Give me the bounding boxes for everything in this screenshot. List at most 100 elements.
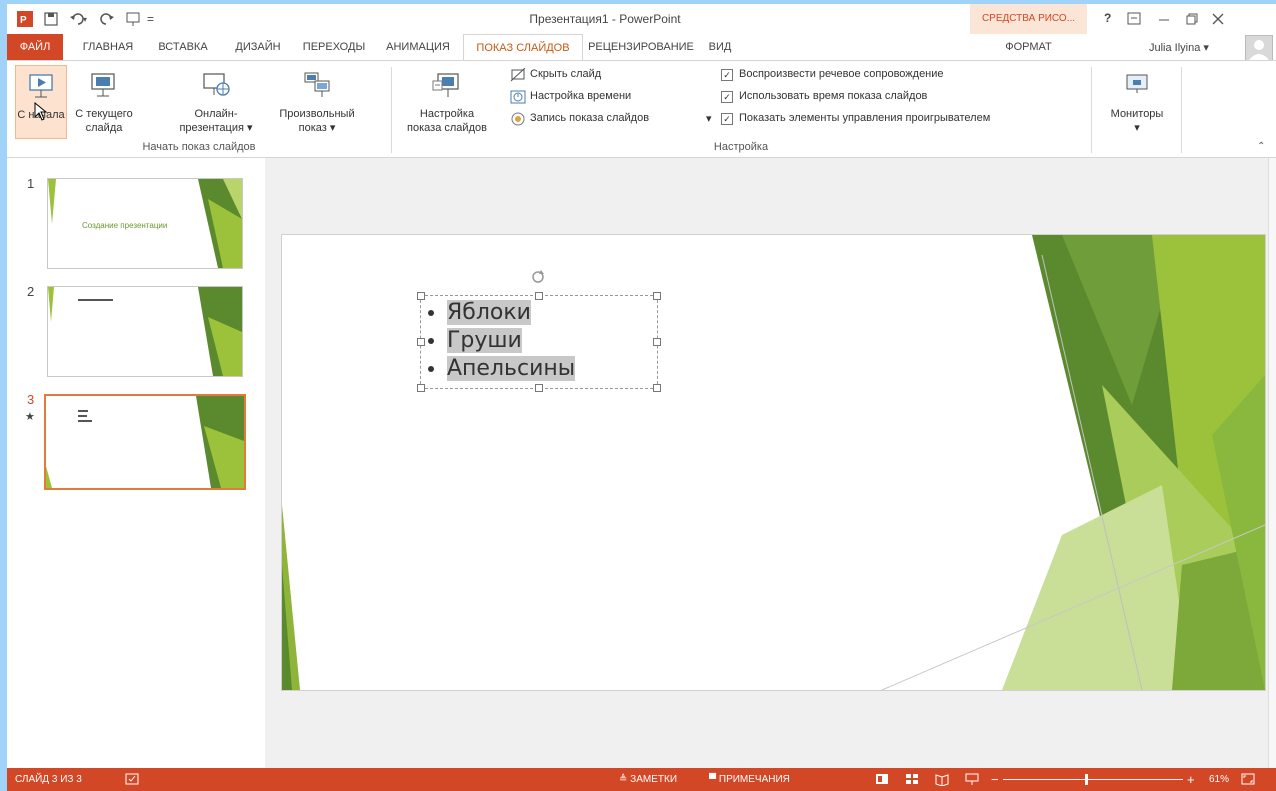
slide-2-preview (48, 287, 242, 376)
status-bar: СЛАЙД 3 ИЗ 3 ≜ ЗАМЕТКИ ▀ ПРИМЕЧАНИЯ − + … (7, 768, 1276, 791)
checkbox-box: ✓ (721, 91, 733, 103)
zoom-out-button[interactable]: − (991, 768, 999, 791)
start-slideshow-group-label: Начать показ слайдов (142, 141, 256, 153)
spell-check-icon[interactable] (125, 773, 141, 786)
svg-text:▾: ▾ (83, 15, 87, 24)
redo-icon[interactable] (99, 11, 115, 27)
restore-icon[interactable] (1185, 12, 1199, 26)
tab-file[interactable]: ФАЙЛ (7, 34, 63, 61)
help-icon[interactable]: ? (1104, 11, 1111, 25)
user-name[interactable]: Julia Ilyina ▾ (1149, 41, 1209, 54)
resize-handle[interactable] (653, 384, 661, 392)
checkbox-box: ✓ (721, 113, 733, 125)
slide-editing-area: Яблоки Груши Апельсины (265, 158, 1276, 768)
tab-design[interactable]: ДИЗАЙН (225, 34, 291, 61)
setup-slideshow-button[interactable]: Настройка показа слайдов (399, 65, 495, 137)
online-present-icon (203, 73, 230, 96)
slide-number: 3 (27, 392, 35, 407)
mouse-cursor-icon (34, 102, 48, 121)
bullet-text-box[interactable]: Яблоки Груши Апельсины (417, 270, 661, 392)
rehearse-timings-button[interactable]: Настройка времени (510, 89, 710, 107)
slide-sorter-icon[interactable] (905, 773, 919, 786)
resize-handle[interactable] (535, 384, 543, 392)
online-presentation-button[interactable]: Онлайн- презентация ▾ (171, 65, 261, 137)
list-item[interactable]: Апельсины (447, 355, 576, 383)
resize-handle[interactable] (417, 292, 425, 300)
slide-thumbnail-1[interactable]: Создание презентации (47, 178, 243, 269)
hide-slide-button[interactable]: Скрыть слайд (510, 67, 710, 85)
current-slide[interactable]: Яблоки Груши Апельсины (281, 234, 1266, 691)
ribbon-display-options-icon[interactable] (1127, 12, 1141, 26)
title-bar: P ▾ = Презентация1 - PowerPoint СРЕДСТВА… (7, 4, 1276, 34)
start-slideshow-qat-icon[interactable] (125, 11, 143, 27)
zoom-slider-thumb[interactable] (1085, 774, 1088, 785)
slideshow-view-icon[interactable] (965, 773, 979, 786)
ribbon-separator (1181, 67, 1182, 153)
slide-1-title: Создание презентации (82, 221, 168, 230)
tab-home[interactable]: ГЛАВНАЯ (73, 34, 143, 61)
avatar[interactable] (1245, 35, 1273, 61)
notes-button[interactable]: ≜ ЗАМЕТКИ (619, 768, 677, 791)
monitors-button[interactable]: Мониторы ▾ (1099, 65, 1175, 137)
from-beginning-button[interactable]: С начала (15, 65, 67, 139)
bullet-list: Яблоки Груши Апельсины (421, 299, 576, 383)
slideshow-start-icon (29, 74, 53, 98)
record-slideshow-button[interactable]: Запись показа слайдов ▾ (510, 111, 720, 129)
setup-group-label: Настройка (713, 141, 769, 153)
slide-counter: СЛАЙД 3 ИЗ 3 (15, 774, 82, 785)
rotate-handle-icon[interactable] (529, 268, 547, 286)
tab-animations[interactable]: АНИМАЦИЯ (375, 34, 461, 61)
ribbon: С начала С текущего слайда Онлайн- презе… (7, 60, 1276, 158)
use-timings-checkbox[interactable]: ✓ Использовать время показа слайдов (721, 89, 1051, 107)
monitor-icon (1126, 74, 1148, 93)
context-tab-header: СРЕДСТВА РИСО... (970, 4, 1087, 34)
tab-format[interactable]: ФОРМАТ (970, 34, 1087, 61)
animation-star-icon: ★ (25, 411, 35, 423)
custom-show-icon (304, 72, 330, 97)
undo-icon[interactable]: ▾ (69, 11, 91, 27)
close-icon[interactable] (1211, 12, 1225, 26)
window-title: Презентация1 - PowerPoint (529, 12, 681, 26)
custom-slideshow-button[interactable]: Произвольный показ ▾ (267, 65, 367, 137)
resize-handle[interactable] (417, 338, 425, 346)
record-icon (511, 112, 525, 126)
setup-show-icon (432, 73, 459, 97)
comments-button[interactable]: ▀ ПРИМЕЧАНИЯ (709, 768, 790, 791)
slide-thumbnail-pane: 1 Создание презентации 2 3 ★ (7, 158, 265, 768)
timer-icon (510, 90, 526, 104)
list-item[interactable]: Груши (447, 327, 575, 355)
vertical-scrollbar[interactable] (1268, 158, 1276, 768)
slide-thumbnail-3[interactable] (44, 394, 246, 490)
tab-transitions[interactable]: ПЕРЕХОДЫ (295, 34, 373, 61)
reading-view-icon[interactable] (935, 773, 949, 786)
zoom-level[interactable]: 61% (1209, 768, 1229, 791)
tab-view[interactable]: ВИД (697, 34, 743, 61)
resize-handle[interactable] (417, 384, 425, 392)
minimize-icon[interactable] (1157, 12, 1171, 26)
from-current-slide-button[interactable]: С текущего слайда (69, 65, 139, 137)
list-item[interactable]: Яблоки (447, 299, 575, 327)
powerpoint-logo-icon: P (17, 11, 33, 27)
slide-3-preview (46, 396, 244, 488)
resize-handle[interactable] (653, 338, 661, 346)
customize-qat-icon[interactable]: = (147, 12, 154, 26)
powerpoint-window: P ▾ = Презентация1 - PowerPoint СРЕДСТВА… (7, 4, 1276, 791)
zoom-slider[interactable] (1003, 779, 1183, 780)
slide-thumbnail-2[interactable] (47, 286, 243, 377)
zoom-in-button[interactable]: + (1187, 768, 1195, 791)
slide-number: 2 (27, 284, 35, 299)
tab-slideshow[interactable]: ПОКАЗ СЛАЙДОВ (463, 34, 583, 61)
normal-view-icon[interactable] (875, 773, 889, 786)
narration-checkbox[interactable]: ✓ Воспроизвести речевое сопровождение (721, 67, 1051, 85)
checkbox-box: ✓ (721, 69, 733, 81)
tab-insert[interactable]: ВСТАВКА (147, 34, 219, 61)
media-controls-checkbox[interactable]: ✓ Показать элементы управления проигрыва… (721, 111, 1081, 129)
fit-to-window-icon[interactable] (1241, 773, 1255, 786)
save-icon[interactable] (43, 11, 59, 27)
collapse-ribbon-icon[interactable]: ⌃ (1257, 141, 1265, 152)
resize-handle[interactable] (653, 292, 661, 300)
svg-text:P: P (20, 15, 27, 26)
ribbon-tabs: ФАЙЛ ГЛАВНАЯ ВСТАВКА ДИЗАЙН ПЕРЕХОДЫ АНИ… (7, 34, 1276, 61)
tab-review[interactable]: РЕЦЕНЗИРОВАНИЕ (585, 34, 697, 61)
resize-handle[interactable] (535, 292, 543, 300)
